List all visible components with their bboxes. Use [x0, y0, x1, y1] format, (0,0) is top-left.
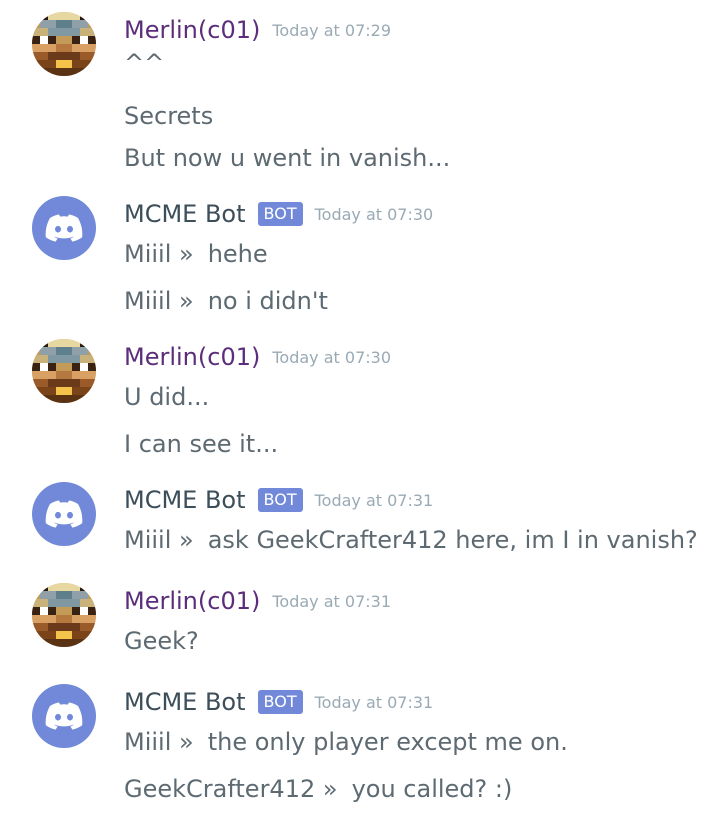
message-line: Miiil » the only player except me on.: [124, 727, 568, 757]
message-timestamp: Today at 07:30: [272, 347, 391, 367]
message-line: Miiil » no i didn't: [124, 286, 328, 316]
message-text: no i didn't: [207, 287, 328, 315]
message-header: MCME Bot BOT Today at 07:31: [124, 684, 433, 720]
message-header: Merlin(c01) Today at 07:29: [124, 12, 391, 48]
message-text: I can see it...: [124, 430, 279, 458]
message-timestamp: Today at 07:31: [314, 692, 434, 712]
message-line: But now u went in vanish...: [124, 143, 450, 173]
message-line: I can see it...: [124, 429, 278, 459]
bot-avatar[interactable]: [32, 482, 96, 546]
message-header: MCME Bot BOT Today at 07:31: [124, 482, 433, 518]
message-line: GeekCrafter412 » you called? :): [124, 774, 512, 804]
message-line: Miiil » ask GeekCrafter412 here, im I in …: [124, 525, 698, 555]
message-text: Secrets: [124, 102, 214, 130]
message-timestamp: Today at 07:30: [314, 204, 434, 224]
message-text: ^^: [124, 49, 165, 77]
message-timestamp: Today at 07:31: [272, 591, 391, 611]
user-avatar[interactable]: [32, 339, 96, 403]
message-timestamp: Today at 07:31: [314, 490, 434, 510]
discord-logo-icon: [45, 702, 83, 730]
message-text: the only player except me on.: [207, 728, 568, 756]
message-text: U did...: [124, 383, 210, 411]
bot-tag-badge: BOT: [257, 690, 303, 714]
author-name[interactable]: Merlin(c01): [124, 16, 260, 44]
author-name[interactable]: Merlin(c01): [124, 587, 260, 615]
speaker-name: Miiil »: [124, 287, 194, 315]
speaker-name: Miiil »: [124, 240, 194, 268]
message-text: But now u went in vanish...: [124, 144, 451, 172]
bot-tag-badge: BOT: [257, 202, 303, 226]
speaker-name: GeekCrafter412 »: [124, 775, 338, 803]
author-name[interactable]: MCME Bot: [124, 486, 246, 514]
message-text: ask GeekCrafter412 here, im I in vanish?: [207, 526, 698, 554]
user-avatar[interactable]: [32, 12, 96, 76]
author-name[interactable]: Merlin(c01): [124, 343, 260, 371]
message-line: Geek?: [124, 626, 199, 656]
author-name[interactable]: MCME Bot: [124, 200, 246, 228]
message-text: you called? :): [351, 775, 513, 803]
message-line: ^^: [124, 48, 164, 78]
message-text: Geek?: [124, 627, 199, 655]
bot-tag-badge: BOT: [257, 488, 303, 512]
bot-avatar[interactable]: [32, 684, 96, 748]
message-line: U did...: [124, 382, 209, 412]
author-name[interactable]: MCME Bot: [124, 688, 246, 716]
message-header: Merlin(c01) Today at 07:30: [124, 339, 391, 375]
message-header: MCME Bot BOT Today at 07:30: [124, 196, 433, 232]
message-text: hehe: [207, 240, 268, 268]
message-timestamp: Today at 07:29: [272, 20, 391, 40]
speaker-name: Miiil »: [124, 526, 194, 554]
speaker-name: Miiil »: [124, 728, 194, 756]
chat-log: Merlin(c01) Today at 07:29 ^^ Secrets Bu…: [0, 0, 719, 820]
bot-avatar[interactable]: [32, 196, 96, 260]
user-avatar[interactable]: [32, 583, 96, 647]
message-line: Secrets: [124, 101, 213, 131]
message-header: Merlin(c01) Today at 07:31: [124, 583, 391, 619]
message-line: Miiil » hehe: [124, 239, 268, 269]
discord-logo-icon: [45, 214, 83, 242]
discord-logo-icon: [45, 500, 83, 528]
